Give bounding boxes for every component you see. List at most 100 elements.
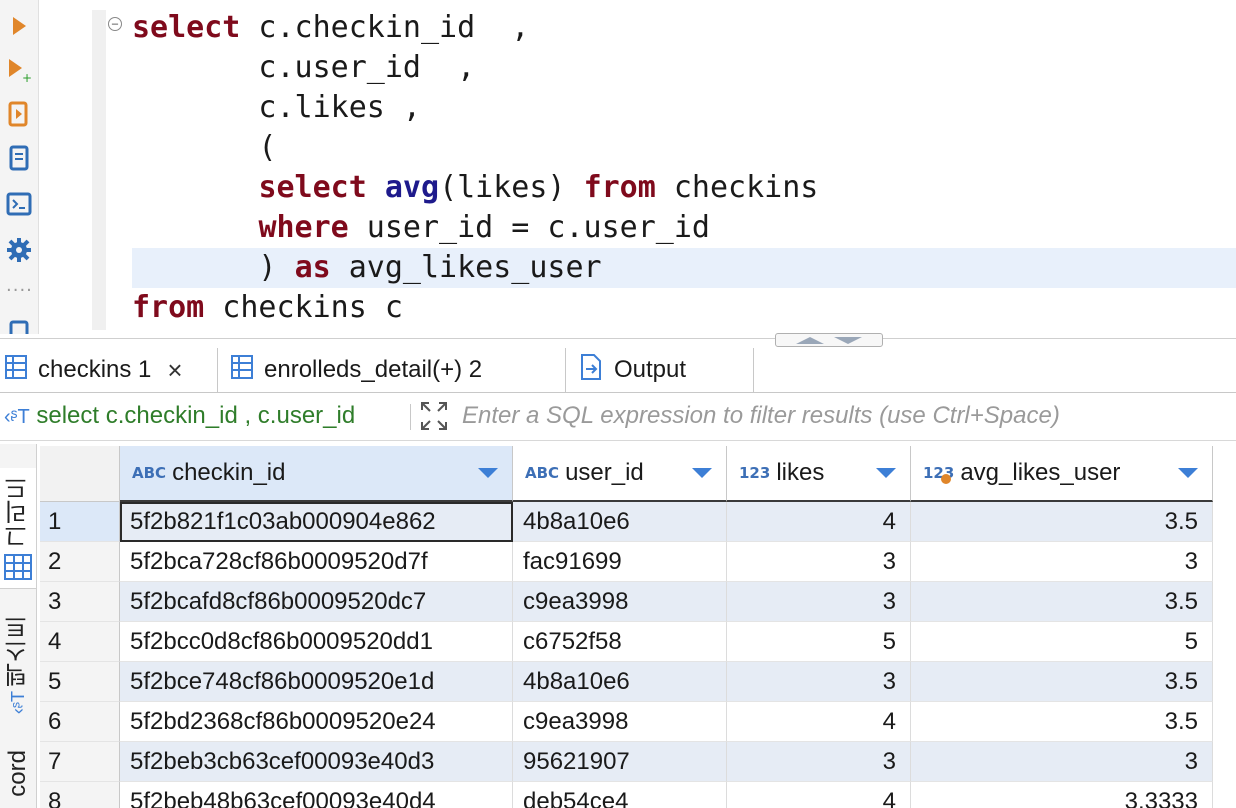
settings-gear-icon[interactable]: [5, 236, 33, 264]
cell-user-id[interactable]: 4b8a10e6: [513, 662, 727, 702]
execute-script-icon[interactable]: [5, 100, 33, 128]
side-tab-label: 그리드: [4, 476, 32, 548]
cell-user-id[interactable]: c9ea3998: [513, 582, 727, 622]
cell-avg-likes-user[interactable]: 3.5: [911, 502, 1213, 542]
table-row[interactable]: 3 5f2bcafd8cf86b0009520dc7 c9ea3998 3 3.5: [40, 582, 1236, 622]
cell-avg-likes-user[interactable]: 3: [911, 542, 1213, 582]
script-file-icon[interactable]: [5, 144, 33, 172]
code-text: checkins c: [204, 290, 403, 325]
code-line[interactable]: (: [132, 128, 1236, 168]
code-line[interactable]: from checkins c: [132, 288, 1236, 328]
cell-user-id[interactable]: deb54ce4: [513, 782, 727, 808]
cell-checkin-id[interactable]: 5f2beb48b63cef00093e40d4: [120, 782, 513, 808]
cell-avg-likes-user[interactable]: 3: [911, 742, 1213, 782]
table-row[interactable]: 8 5f2beb48b63cef00093e40d4 deb54ce4 4 3.3333: [40, 782, 1236, 808]
cell-checkin-id[interactable]: 5f2bce748cf86b0009520e1d: [120, 662, 513, 702]
execute-statement-icon[interactable]: [5, 12, 33, 40]
table-row[interactable]: 4 5f2bcc0d8cf86b0009520dd1 c6752f58 5 5: [40, 622, 1236, 662]
cell-avg-likes-user[interactable]: 3.3333: [911, 782, 1213, 808]
cell-avg-likes-user[interactable]: 3.5: [911, 662, 1213, 702]
column-menu-arrow-icon[interactable]: [1178, 468, 1198, 478]
tab-output[interactable]: Output: [574, 348, 754, 392]
column-menu-arrow-icon[interactable]: [692, 468, 712, 478]
table-row[interactable]: 2 5f2bca728cf86b0009520d7f fac91699 3 3: [40, 542, 1236, 582]
cell-avg-likes-user[interactable]: 3.5: [911, 702, 1213, 742]
cell-likes[interactable]: 3: [727, 542, 911, 582]
sql-editor[interactable]: select c.checkin_id , c.user_id , c.like…: [132, 8, 1236, 330]
tab-label: enrolleds_detail(+) 2: [264, 356, 483, 383]
row-number[interactable]: 2: [40, 542, 120, 582]
cell-checkin-id[interactable]: 5f2bcafd8cf86b0009520dc7: [120, 582, 513, 622]
row-number[interactable]: 7: [40, 742, 120, 782]
row-number-header[interactable]: [40, 446, 120, 502]
cell-checkin-id[interactable]: 5f2bcc0d8cf86b0009520dd1: [120, 622, 513, 662]
sql-function: avg: [384, 170, 440, 205]
execute-in-new-tab-icon[interactable]: +: [5, 56, 33, 84]
side-tab-grid[interactable]: 그리드: [0, 468, 36, 589]
cell-checkin-id[interactable]: 5f2bd2368cf86b0009520e24: [120, 702, 513, 742]
cell-checkin-id[interactable]: 5f2beb3cb63cef00093e40d3: [120, 742, 513, 782]
row-number[interactable]: 4: [40, 622, 120, 662]
table-row[interactable]: 1 5f2b821f1c03ab000904e862 4b8a10e6 4 3.5: [40, 502, 1236, 542]
side-tab-text[interactable]: 텍스트 ‹ᶳT: [0, 610, 36, 720]
code-line[interactable]: select avg(likes) from checkins: [132, 168, 1236, 208]
fold-collapse-icon[interactable]: −: [108, 17, 122, 31]
code-text: user_id = c.user_id: [348, 210, 710, 245]
code-line[interactable]: c.likes ,: [132, 88, 1236, 128]
grid-view-icon: [4, 554, 32, 580]
side-tab-label: 텍스트: [4, 615, 32, 688]
row-number[interactable]: 8: [40, 782, 120, 808]
terminal-icon[interactable]: [5, 190, 33, 218]
cell-avg-likes-user[interactable]: 3.5: [911, 582, 1213, 622]
active-query-label[interactable]: ‹ᶳT select c.checkin_id , c.user_id: [4, 402, 355, 430]
code-line[interactable]: where user_id = c.user_id: [132, 208, 1236, 248]
panel-splitter[interactable]: [0, 338, 1236, 345]
code-line[interactable]: ) as avg_likes_user: [132, 248, 1236, 288]
table-row[interactable]: 5 5f2bce748cf86b0009520e1d 4b8a10e6 3 3.5: [40, 662, 1236, 702]
expand-filter-icon[interactable]: [420, 401, 448, 431]
close-tab-icon[interactable]: ×: [167, 355, 182, 386]
document-icon[interactable]: [5, 318, 33, 334]
string-type-icon: ABC: [525, 464, 560, 482]
cell-user-id[interactable]: fac91699: [513, 542, 727, 582]
row-number[interactable]: 5: [40, 662, 120, 702]
cell-checkin-id[interactable]: 5f2b821f1c03ab000904e862: [120, 502, 513, 542]
column-header-checkin-id[interactable]: ABC checkin_id: [120, 446, 513, 502]
results-grid[interactable]: ABC checkin_id ABC user_id 123 likes 123…: [40, 446, 1236, 808]
row-number[interactable]: 3: [40, 582, 120, 622]
cell-likes[interactable]: 3: [727, 742, 911, 782]
cell-likes[interactable]: 4: [727, 702, 911, 742]
column-header-likes[interactable]: 123 likes: [727, 446, 911, 502]
table-row[interactable]: 6 5f2bd2368cf86b0009520e24 c9ea3998 4 3.5: [40, 702, 1236, 742]
sql-query-icon: ‹ᶳT: [4, 406, 30, 428]
cell-user-id[interactable]: c6752f58: [513, 622, 727, 662]
cell-checkin-id[interactable]: 5f2bca728cf86b0009520d7f: [120, 542, 513, 582]
code-line[interactable]: c.user_id ,: [132, 48, 1236, 88]
code-text: ): [132, 250, 295, 285]
cell-likes[interactable]: 4: [727, 782, 911, 808]
tab-enrolleds-detail[interactable]: enrolleds_detail(+) 2: [226, 348, 566, 392]
cell-user-id[interactable]: 95621907: [513, 742, 727, 782]
more-dots-icon[interactable]: ····: [6, 280, 33, 301]
cell-likes[interactable]: 5: [727, 622, 911, 662]
column-header-user-id[interactable]: ABC user_id: [513, 446, 727, 502]
table-row[interactable]: 7 5f2beb3cb63cef00093e40d3 95621907 3 3: [40, 742, 1236, 782]
cell-user-id[interactable]: 4b8a10e6: [513, 502, 727, 542]
cell-likes[interactable]: 3: [727, 662, 911, 702]
column-header-avg-likes-user[interactable]: 123 avg_likes_user: [911, 446, 1213, 502]
side-tab-record[interactable]: cord: [0, 750, 36, 808]
splitter-toggle-button[interactable]: [775, 333, 883, 347]
column-menu-arrow-icon[interactable]: [876, 468, 896, 478]
cell-user-id[interactable]: c9ea3998: [513, 702, 727, 742]
column-menu-arrow-icon[interactable]: [478, 468, 498, 478]
cell-likes[interactable]: 4: [727, 502, 911, 542]
row-number[interactable]: 6: [40, 702, 120, 742]
cell-avg-likes-user[interactable]: 5: [911, 622, 1213, 662]
tab-checkins[interactable]: checkins 1 ×: [0, 348, 218, 392]
cell-likes[interactable]: 3: [727, 582, 911, 622]
row-number[interactable]: 1: [40, 502, 120, 542]
code-line[interactable]: select c.checkin_id ,: [132, 8, 1236, 48]
sql-keyword: from: [583, 170, 656, 205]
filter-input[interactable]: Enter a SQL expression to filter results…: [462, 402, 1060, 430]
